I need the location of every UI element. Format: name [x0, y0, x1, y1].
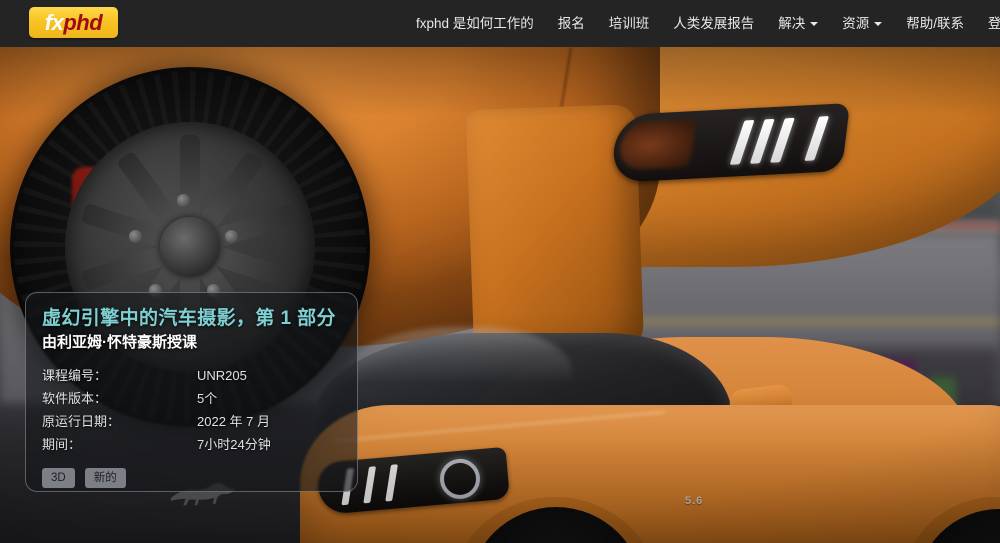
wheel-hub — [160, 217, 220, 277]
headlight-amber-lens — [617, 118, 696, 171]
nav-label: 帮助/联系 — [906, 16, 965, 31]
detail-label-duration: 期间： — [42, 437, 82, 453]
wheel-lug-nut — [225, 230, 238, 243]
headlight-led-strip — [769, 117, 795, 163]
nav-item-signup[interactable]: 报名 — [546, 0, 597, 47]
nav-label: 报名 — [557, 16, 585, 31]
course-tags: 3D 新的 — [42, 468, 341, 489]
nav-item-login[interactable]: 登录 — [976, 0, 1000, 47]
course-title: 虚幻引擎中的汽车摄影，第 1 部分 — [42, 308, 336, 329]
nav-label: 人类发展报告 — [673, 16, 755, 31]
nav-item-hdr-report[interactable]: 人类发展报告 — [661, 0, 766, 47]
detail-value-course-number: UNR205 — [197, 368, 247, 384]
wheel-lug-nut — [129, 230, 142, 243]
headlight-led-strip — [385, 464, 398, 502]
chevron-down-icon — [810, 21, 819, 26]
detail-value-original-run-date: 2022 年 7 月 — [197, 414, 270, 430]
headlight-led-strip — [363, 466, 377, 504]
detail-label-original-run-date: 原运行日期： — [42, 414, 121, 430]
wheel-lug-nut — [177, 194, 190, 207]
course-instructor: 由利亚姆·怀特豪斯授课 — [42, 333, 197, 351]
nav-item-how-it-works[interactable]: fxphd 是如何工作的 — [404, 0, 546, 47]
nav-label: 培训班 — [608, 16, 650, 31]
nav-label: fxphd 是如何工作的 — [416, 16, 534, 31]
site-header: fx phd fxphd 是如何工作的 报名 培训班 人类发展报告 解决 资源 帮… — [0, 0, 1000, 47]
nav-label: 资源 — [842, 16, 870, 31]
logo-text-phd: phd — [63, 9, 103, 35]
main-navigation: fxphd 是如何工作的 报名 培训班 人类发展报告 解决 资源 帮助/联系 登… — [404, 0, 1000, 47]
nav-label: 登录 — [988, 16, 1000, 31]
detail-value-software-version: 5个 — [197, 391, 218, 407]
lower-car-gt-badge: 5.6 — [685, 495, 704, 507]
chevron-down-icon — [874, 21, 883, 26]
nav-label: 解决 — [778, 16, 806, 31]
detail-label-software-version: 软件版本： — [42, 391, 108, 407]
nav-item-help-contact[interactable]: 帮助/联系 — [894, 0, 976, 47]
lower-car: 5.6 — [300, 327, 1000, 543]
detail-value-duration: 7小时24分钟 — [197, 437, 271, 453]
logo-text-fx: fx — [44, 9, 64, 35]
fxphd-logo[interactable]: fx phd — [29, 7, 118, 38]
headlight-led-strip — [804, 116, 830, 161]
course-details-list: 课程编号： UNR205 软件版本： 5个 原运行日期： 2022 年 7 月 … — [42, 366, 341, 455]
tag-new[interactable]: 新的 — [84, 468, 126, 489]
detail-label-course-number: 课程编号： — [42, 368, 108, 384]
upper-car-headlight — [609, 103, 851, 183]
nav-item-resources[interactable]: 资源 — [830, 0, 894, 47]
headlight-projector-ring — [438, 457, 482, 501]
nav-item-solutions[interactable]: 解决 — [766, 0, 830, 47]
tag-3d[interactable]: 3D — [42, 468, 75, 489]
page-root: fx phd fxphd 是如何工作的 报名 培训班 人类发展报告 解决 资源 帮… — [0, 0, 1000, 543]
course-info-card[interactable]: 虚幻引擎中的汽车摄影，第 1 部分 由利亚姆·怀特豪斯授课 课程编号： UNR2… — [25, 292, 358, 492]
nav-item-courses[interactable]: 培训班 — [597, 0, 662, 47]
